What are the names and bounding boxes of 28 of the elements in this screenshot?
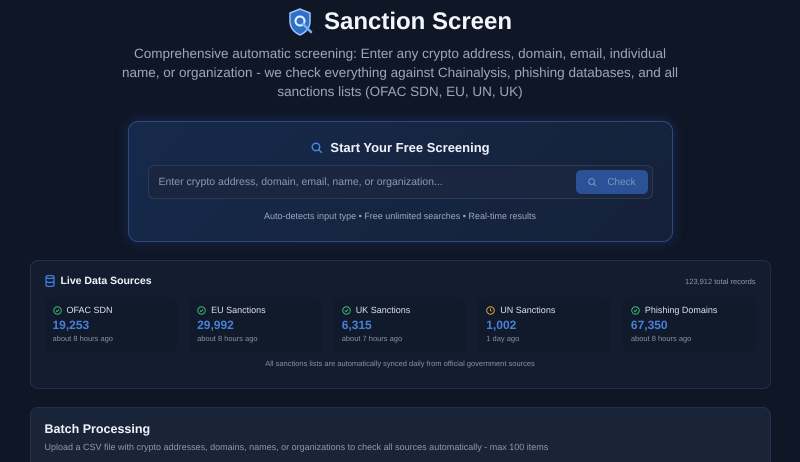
- panel-title: Live Data Sources: [60, 275, 152, 287]
- app-description: Comprehensive automatic screening: Enter any crypto address, domain, email, individual name, or organization - we check everything against Chainalysis, phishing databases, and all sanctions lists (OFAC SDN, EU, UN, UK): [120, 45, 680, 101]
- check-circle-icon: [52, 306, 62, 314]
- record-count: 29,992: [197, 318, 235, 332]
- shield-search-icon: [288, 8, 314, 36]
- source-name: UK Sanctions: [356, 305, 410, 315]
- search-hint: Auto-detects input type • Free unlimited searches • Real-time results: [264, 211, 536, 221]
- search-icon: [310, 141, 324, 154]
- source-name: UN Sanctions: [500, 305, 556, 315]
- record-count: 67,350: [630, 318, 669, 332]
- search-field[interactable]: Enter crypto address, domain, email, name, or organization... Check: [148, 165, 652, 199]
- database-icon: [44, 275, 54, 287]
- app-title: Sanction Screen: [324, 8, 512, 36]
- record-count: 19,253: [52, 318, 90, 332]
- record-count: 1,002: [486, 318, 518, 332]
- source-name: OFAC SDN: [66, 305, 113, 315]
- source-name: Phishing Domains: [644, 305, 718, 315]
- source-name: EU Sanctions: [211, 305, 266, 315]
- clock-icon: [486, 306, 496, 314]
- card-title: Start Your Free Screening: [330, 140, 490, 155]
- search-icon: [587, 177, 598, 187]
- panel-description: Upload a CSV file with crypto addresses, domains, names, or organizations to check all sources automatically - max 100 items: [44, 442, 550, 452]
- check-circle-icon: [630, 306, 640, 314]
- panel-title: Batch Processing: [44, 422, 152, 436]
- check-button[interactable]: Check: [576, 170, 648, 194]
- check-circle-icon: [342, 306, 351, 314]
- check-circle-icon: [197, 306, 206, 314]
- record-count: 6,315: [342, 318, 373, 332]
